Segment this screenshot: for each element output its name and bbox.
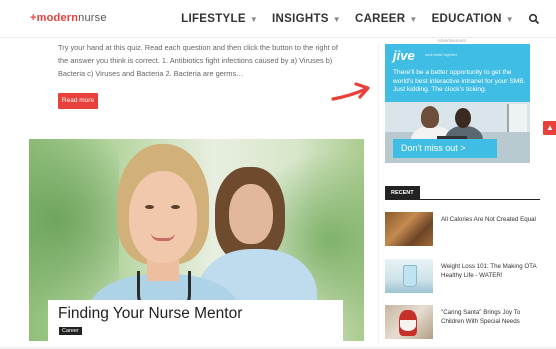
nav-label: INSIGHTS (272, 13, 329, 25)
recent-title: RECENT (385, 186, 420, 200)
nav-item-career[interactable]: CAREER ▼ (355, 13, 418, 25)
recent-section-header: RECENT (385, 186, 540, 200)
ad-logo: jive (393, 48, 415, 63)
recent-post-item[interactable]: "Caring Santa" Brings Joy To Children Wi… (385, 305, 545, 341)
nav-label: CAREER (354, 13, 406, 25)
water-glass-icon (403, 265, 417, 287)
ad-photo-person-head (455, 108, 471, 128)
recent-post-item[interactable]: All Calories Are Not Created Equal (385, 212, 545, 248)
featured-post-title[interactable]: Finding Your Nurse Mentor (58, 305, 242, 323)
recent-post-title[interactable]: All Calories Are Not Created Equal (441, 215, 541, 224)
featured-post-title-box: Finding Your Nurse Mentor Career (48, 300, 343, 344)
post-excerpt: Try your hand at this quiz. Read each qu… (58, 43, 338, 78)
chevron-up-icon: ▲ (546, 123, 554, 132)
santa-beard (400, 320, 416, 331)
nurse-background-face (229, 184, 273, 244)
nav-item-lifestyle[interactable]: LIFESTYLE ▼ (181, 13, 258, 25)
search-icon[interactable] (528, 13, 540, 25)
nav-item-insights[interactable]: INSIGHTS ▼ (272, 13, 341, 25)
logo-modern: modern (36, 12, 79, 24)
recent-post-thumbnail[interactable] (385, 212, 433, 246)
main-nav: LIFESTYLE ▼ INSIGHTS ▼ CAREER ▼ EDUCATION ▼ (167, 13, 540, 25)
nurse-eye (145, 205, 154, 209)
site-header: +modernnurse LIFESTYLE ▼ INSIGHTS ▼ CAREER… (0, 0, 556, 38)
nav-item-education[interactable]: EDUCATION ▼ (432, 13, 514, 25)
category-badge[interactable]: Career (59, 327, 82, 335)
ad-tagline: work better together (425, 53, 457, 57)
logo-nurse: nurse (78, 12, 107, 24)
scroll-to-top-button[interactable]: ▲ (543, 121, 556, 135)
chevron-down-icon: ▼ (505, 14, 514, 24)
chevron-down-icon: ▼ (409, 14, 418, 24)
sidebar-divider (378, 44, 379, 344)
ad-label: Advertisement (437, 38, 466, 43)
ad-cta-button[interactable]: Don't miss out > (393, 139, 497, 158)
read-more-button[interactable]: Read more (58, 93, 98, 109)
ad-photo-person-head (421, 106, 439, 128)
logo-plus: + (30, 12, 37, 24)
recent-post-title[interactable]: Weight Loss 101: The Making OTA Healthy … (441, 262, 541, 280)
recent-post-title[interactable]: "Caring Santa" Brings Joy To Children Wi… (441, 308, 541, 326)
arrow-annotation-icon (330, 80, 374, 109)
ad-headline: There'll be a better opportunity to get … (393, 69, 526, 93)
sidebar-ad-banner[interactable]: jive work better together There'll be a … (385, 44, 530, 163)
nav-label: EDUCATION (431, 13, 502, 25)
chevron-down-icon: ▼ (332, 14, 341, 24)
nav-label: LIFESTYLE (181, 13, 246, 25)
site-logo[interactable]: +modernnurse (30, 12, 107, 24)
nurse-foreground-face (129, 171, 197, 263)
recent-post-thumbnail[interactable] (385, 259, 433, 293)
recent-post-item[interactable]: Weight Loss 101: The Making OTA Healthy … (385, 259, 545, 295)
nurse-eye (171, 205, 180, 209)
recent-post-thumbnail[interactable] (385, 305, 433, 339)
chevron-down-icon: ▼ (249, 14, 259, 24)
